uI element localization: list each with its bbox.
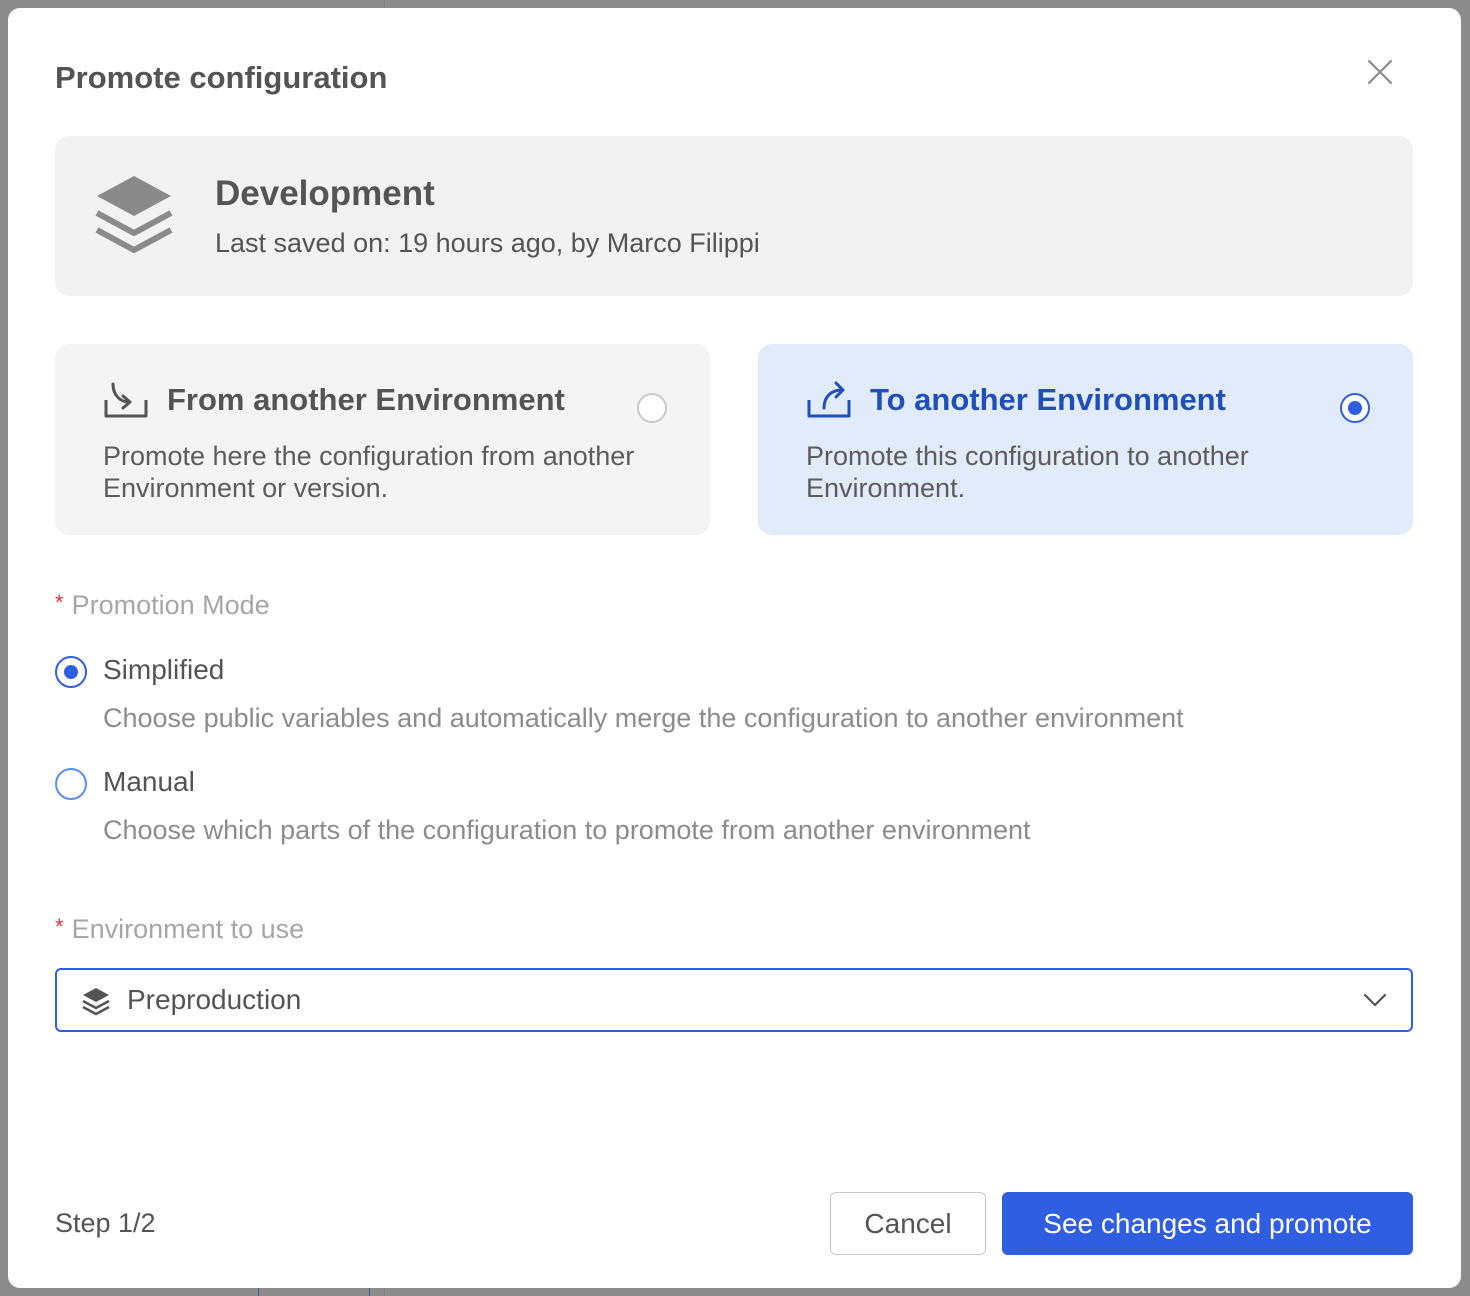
see-changes-and-promote-button[interactable]: See changes and promote [1002, 1192, 1413, 1255]
share-out-icon [807, 381, 851, 418]
promote-dialog: Promote configuration Development Last s… [8, 8, 1461, 1288]
layers-icon [82, 988, 110, 1016]
manual-radio[interactable] [55, 768, 87, 800]
manual-label: Manual [103, 766, 195, 797]
layers-icon [95, 176, 173, 253]
current-environment-card: Development Last saved on: 19 hours ago,… [55, 136, 1413, 296]
to-option-description: Promote this configuration to another En… [806, 441, 1249, 503]
from-option-title: From another Environment [167, 382, 565, 417]
to-option-radio[interactable] [1340, 393, 1370, 423]
to-another-environment-option[interactable]: To another Environment Promote this conf… [758, 344, 1413, 535]
manual-description: Choose which parts of the configuration … [103, 815, 1031, 845]
mode-option-manual[interactable]: Manual Choose which parts of the configu… [55, 766, 1355, 852]
required-marker: * [55, 914, 64, 939]
dialog-title: Promote configuration [55, 60, 388, 95]
environment-select-value: Preproduction [127, 984, 302, 1015]
last-saved-text: Last saved on: 19 hours ago, by Marco Fi… [215, 228, 760, 258]
promotion-mode-label-text: Promotion Mode [71, 590, 270, 620]
download-tray-icon [104, 382, 148, 418]
from-another-environment-option[interactable]: From another Environment Promote here th… [55, 344, 710, 535]
environment-name: Development [215, 174, 435, 213]
close-icon [1367, 59, 1393, 85]
chevron-down-icon [1363, 993, 1387, 1007]
required-marker: * [55, 590, 64, 615]
cancel-button[interactable]: Cancel [830, 1192, 986, 1255]
simplified-label: Simplified [103, 654, 225, 685]
step-indicator: Step 1/2 [55, 1208, 156, 1238]
environment-to-use-label: * Environment to use [55, 914, 304, 945]
environment-to-use-label-text: Environment to use [71, 914, 305, 944]
mode-option-simplified[interactable]: Simplified Choose public variables and a… [55, 654, 1355, 740]
to-option-title: To another Environment [870, 382, 1226, 417]
environment-select[interactable]: Preproduction [55, 968, 1413, 1032]
simplified-description: Choose public variables and automaticall… [103, 703, 1184, 733]
from-option-radio[interactable] [637, 393, 667, 423]
close-button[interactable] [1360, 52, 1400, 92]
from-option-description: Promote here the configuration from anot… [103, 441, 635, 503]
simplified-radio[interactable] [55, 656, 87, 688]
promotion-mode-label: * Promotion Mode [55, 590, 270, 621]
